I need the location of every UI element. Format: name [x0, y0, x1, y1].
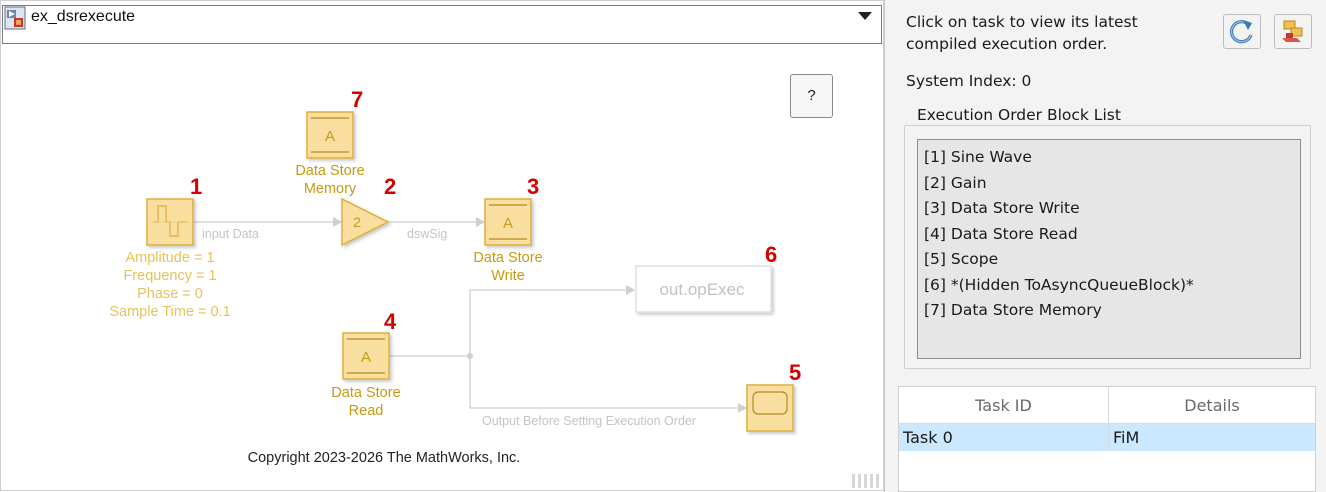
ds-write-glyph: A: [503, 215, 513, 232]
model-name: ex_dsrexecute: [31, 8, 136, 25]
column-header-details[interactable]: Details: [1109, 387, 1315, 423]
details-cell: FiM: [1113, 428, 1140, 447]
task-id-cell: Task 0: [903, 428, 953, 447]
column-divider: [1108, 424, 1109, 451]
block-list-item[interactable]: [5] Scope: [918, 248, 1300, 274]
block-list-item[interactable]: [2] Gain: [918, 172, 1300, 198]
column-header-task-id[interactable]: Task ID: [899, 387, 1109, 423]
block-diagram[interactable]: input Data dswSig Output Before Setting …: [0, 46, 884, 492]
sine-param-frequency: Frequency = 1: [123, 268, 216, 284]
ds-memory-label-line1: Data Store: [295, 163, 364, 179]
order-number-4: 4: [384, 309, 397, 334]
sine-param-amplitude: Amplitude = 1: [125, 250, 214, 266]
sine-wave-block[interactable]: [146, 198, 194, 246]
order-number-3: 3: [527, 174, 539, 199]
order-number-1: 1: [190, 174, 202, 199]
data-store-memory-block[interactable]: A: [306, 111, 354, 159]
block-list-item[interactable]: [6] *(Hidden ToAsyncQueueBlock)*: [918, 274, 1300, 300]
arrow-head: [476, 217, 485, 227]
instruction-text: Click on task to view its latest compile…: [906, 13, 1138, 53]
task-table-header: Task ID Details: [899, 387, 1315, 424]
arrow-head: [738, 403, 747, 413]
scope-line: [469, 356, 738, 409]
arrow-head: [333, 217, 342, 227]
sine-param-phase: Phase = 0: [137, 286, 203, 302]
order-number-2: 2: [384, 174, 396, 199]
chevron-down-icon[interactable]: [858, 12, 872, 20]
data-store-write-block[interactable]: A: [484, 198, 532, 246]
out-opexec-block[interactable]: out.opExec: [635, 265, 772, 313]
order-number-6: 6: [765, 242, 777, 267]
gain-block[interactable]: 2: [341, 197, 390, 247]
table-row[interactable]: Task 0 FiM: [899, 424, 1315, 451]
ds-memory-glyph: A: [325, 128, 335, 145]
system-index-label: System Index: 0: [906, 72, 1032, 90]
signal-label-input-data: input Data: [202, 227, 259, 241]
signal-label-dswsig: dswSig: [407, 227, 447, 241]
order-number-7: 7: [351, 87, 363, 112]
ds-read-glyph: A: [361, 349, 371, 366]
block-list-item[interactable]: [1] Sine Wave: [918, 146, 1300, 172]
help-button[interactable]: ?: [790, 74, 833, 118]
scope-block[interactable]: [746, 384, 794, 432]
refresh-icon: [1229, 20, 1253, 44]
highlight-button[interactable]: [1274, 14, 1312, 49]
sine-param-sample-time: Sample Time = 0.1: [109, 304, 230, 320]
out-opexec-line: [469, 289, 626, 356]
block-list-item[interactable]: [7] Data Store Memory: [918, 299, 1300, 325]
signal-label-output-before: Output Before Setting Execution Order: [482, 414, 696, 428]
ds-memory-label-line2: Memory: [304, 181, 357, 197]
signal-lines: [194, 221, 738, 409]
resize-grip[interactable]: [852, 474, 880, 488]
data-store-read-block[interactable]: A: [342, 332, 390, 380]
scope-screen-icon: [752, 391, 788, 415]
gain-glyph: 2: [353, 214, 361, 230]
highlight-blocks-icon: [1282, 20, 1303, 42]
ds-read-label-line2: Read: [349, 403, 384, 419]
execution-order-group-title: Execution Order Block List: [914, 106, 1124, 124]
task-table: Task ID Details Task 0 FiM: [898, 386, 1316, 492]
block-list-item[interactable]: [4] Data Store Read: [918, 223, 1300, 249]
execution-order-block-list[interactable]: [1] Sine Wave [2] Gain [3] Data Store Wr…: [917, 139, 1301, 359]
order-number-5: 5: [789, 360, 801, 385]
copyright-text: Copyright 2023-2026 The MathWorks, Inc.: [248, 450, 521, 466]
ds-read-label-line1: Data Store: [331, 385, 400, 401]
refresh-button[interactable]: [1223, 14, 1261, 49]
out-opexec-text: out.opExec: [659, 280, 745, 299]
simulink-model-icon: [4, 6, 26, 30]
ds-write-label-line1: Data Store: [473, 250, 542, 266]
branch-point: [467, 353, 473, 359]
block-list-item[interactable]: [3] Data Store Write: [918, 197, 1300, 223]
arrow-head: [626, 285, 635, 295]
ds-write-label-line2: Write: [491, 268, 525, 284]
